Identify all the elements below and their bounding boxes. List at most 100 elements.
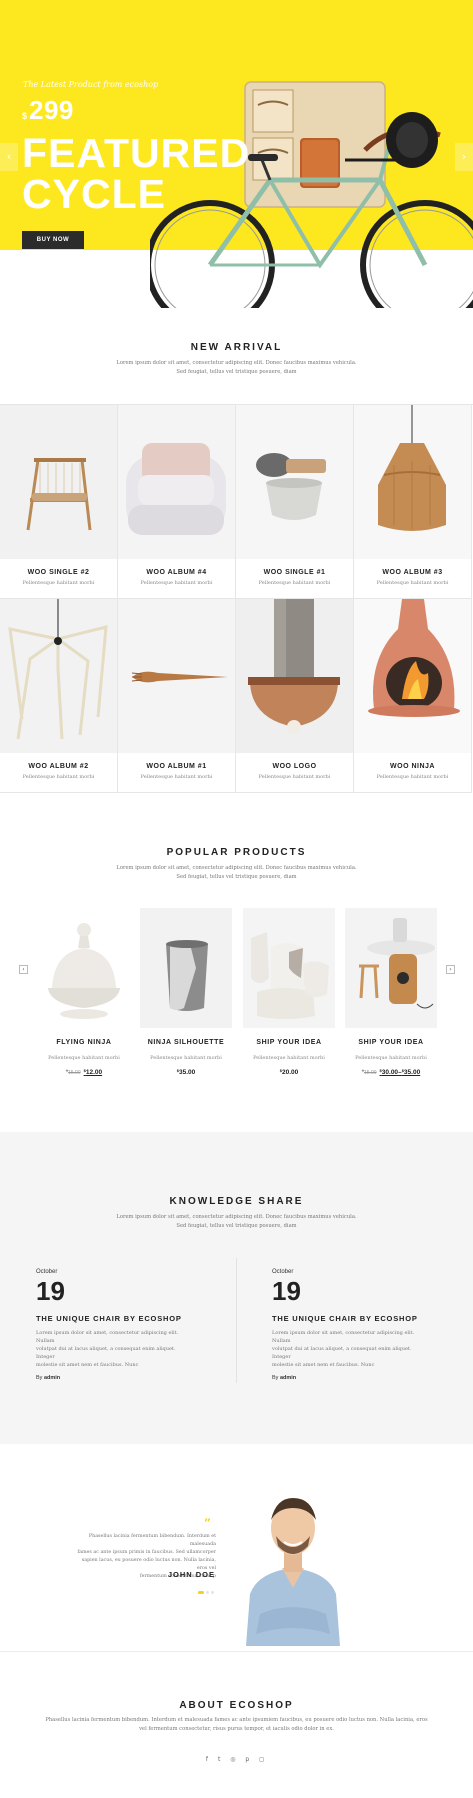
product-price: $15.00 $30.00–$35.00 [345,1068,437,1076]
product-card[interactable]: WOO SINGLE #2 Pellentesque habitant morb… [0,405,118,599]
social-links: f t ◎ p ◻ [0,1756,473,1763]
post-author: By admin [36,1375,61,1381]
product-price: $20.00 [243,1068,335,1076]
post-author: By admin [272,1375,297,1381]
product-image-terracotta-fireplace[interactable] [354,599,471,753]
post-month: October [272,1269,294,1275]
popular-prev-arrow-icon[interactable]: ‹ [19,965,28,974]
product-card[interactable]: WOO ALBUM #3 Pellentesque habitant morbi [354,405,472,599]
sale-price: $12.00 [83,1068,103,1076]
sale-price: $20.00 [279,1068,299,1076]
hero-next-arrow-icon[interactable]: › [455,143,473,171]
product-subtitle: Pellentesque habitant morbi [376,774,449,780]
blog-post[interactable]: October 19 THE UNIQUE CHAIR BY ECOSHOP L… [36,1269,236,1381]
pagination-dot-active[interactable] [198,1591,204,1594]
twitter-icon[interactable]: t [218,1756,223,1763]
product-image-wooden-chair[interactable] [0,405,117,559]
posts-divider [236,1258,237,1383]
product-card[interactable]: WOO ALBUM #4 Pellentesque habitant morbi [118,405,236,599]
knowledge-text-line2: Sed feugiat, tellus vel tristique posuer… [176,1223,297,1229]
testimonial-author: JOHN DOE [167,1570,215,1579]
post-title[interactable]: THE UNIQUE CHAIR BY ECOSHOP [272,1314,472,1323]
product-name[interactable]: WOO ALBUM #1 [118,763,235,770]
popular-product-card[interactable]: FLYING NINJA Pellentesque habitant morbi… [38,908,130,1078]
product-card[interactable]: WOO LOGO Pellentesque habitant morbi [236,599,354,793]
product-subtitle: Pellentesque habitant morbi [253,1055,325,1061]
hero-title-line1: FEATURED [22,130,251,176]
pinterest-icon[interactable]: p [245,1756,252,1763]
post-day: 19 [36,1276,65,1306]
pagination-dot[interactable] [206,1591,209,1594]
product-image-round-table-lamp[interactable] [345,908,437,1028]
hero-title: FEATURED CYCLE [22,133,282,215]
product-image-grey-ceramic-cup[interactable] [140,908,232,1028]
blog-post[interactable]: October 19 THE UNIQUE CHAIR BY ECOSHOP L… [272,1269,472,1381]
product-image-armchair[interactable] [118,405,235,559]
product-name[interactable]: WOO NINJA [354,763,471,770]
popular-next-arrow-icon[interactable]: › [446,965,455,974]
product-name[interactable]: WOO LOGO [236,763,353,770]
product-card[interactable]: WOO ALBUM #1 Pellentesque habitant morbi [118,599,236,793]
product-name[interactable]: WOO SINGLE #2 [0,569,117,576]
product-name[interactable]: WOO SINGLE #1 [236,569,353,576]
product-subtitle: Pellentesque habitant morbi [150,1055,222,1061]
popular-product-card[interactable]: SHIP YOUR IDEA Pellentesque habitant mor… [243,908,335,1078]
product-image-wooden-pendant-lamp[interactable] [354,405,471,559]
dribbble-icon[interactable]: ◎ [230,1756,238,1763]
product-name[interactable]: WOO ALBUM #3 [354,569,471,576]
post-excerpt: Lorem ipsum dolor sit amet, consectetur … [36,1330,179,1368]
product-image-spider-chandelier[interactable] [0,599,117,753]
popular-text-line1: Lorem ipsum dolor sit amet, consectetur … [116,865,357,871]
hero-price: $299 [22,95,74,126]
post-title[interactable]: THE UNIQUE CHAIR BY ECOSHOP [36,1314,236,1323]
popular-product-card[interactable]: SHIP YOUR IDEA Pellentesque habitant mor… [345,908,437,1078]
product-name[interactable]: WOO ALBUM #2 [0,763,117,770]
product-price: $15.00 $12.00 [38,1068,130,1076]
product-card[interactable]: WOO ALBUM #2 Pellentesque habitant morbi [0,599,118,793]
product-subtitle: Pellentesque habitant morbi [48,1055,120,1061]
product-card[interactable]: WOO SINGLE #1 Pellentesque habitant morb… [236,405,354,599]
product-card[interactable]: WOO NINJA Pellentesque habitant morbi [354,599,472,793]
product-name[interactable]: WOO ALBUM #4 [118,569,235,576]
product-name[interactable]: NINJA SILHOUETTE [134,1039,238,1046]
hero-price-value: 299 [29,95,74,125]
popular-product-card[interactable]: NINJA SILHOUETTE Pellentesque habitant m… [140,908,232,1078]
section-divider [0,1651,473,1652]
new-arrival-grid: WOO SINGLE #2 Pellentesque habitant morb… [0,404,473,793]
product-subtitle: Pellentesque habitant morbi [376,580,449,586]
instagram-icon[interactable]: ◻ [259,1756,267,1763]
product-name[interactable]: FLYING NINJA [32,1039,136,1046]
product-subtitle: Pellentesque habitant morbi [140,774,213,780]
popular-title: POPULAR PRODUCTS [166,847,307,858]
knowledge-text-line1: Lorem ipsum dolor sit amet, consectetur … [116,1214,357,1220]
popular-text-line2: Sed feugiat, tellus vel tristique posuer… [176,874,297,880]
hero-prev-arrow-icon[interactable]: ‹ [0,143,18,171]
product-image-wooden-fork[interactable] [118,599,235,753]
buy-now-button[interactable]: BUY NOW [22,231,84,249]
old-price: $15.00 [361,1068,377,1076]
new-arrival-text-line1: Lorem ipsum dolor sit amet, consectetur … [116,360,357,366]
product-image-shaving-brush-bowl[interactable] [236,405,353,559]
new-arrival-title: NEW ARRIVAL [190,342,283,353]
product-name[interactable]: SHIP YOUR IDEA [339,1039,443,1046]
about-text-line1: Phasellus lacinia fermentum bibendum. In… [45,1717,428,1723]
product-subtitle: Pellentesque habitant morbi [355,1055,427,1061]
testimonial-pagination [198,1591,214,1594]
post-day: 19 [272,1276,301,1306]
post-month: October [36,1269,58,1275]
product-image-white-ceramic-sculptures[interactable] [243,908,335,1028]
facebook-icon[interactable]: f [206,1756,211,1763]
sale-price: $30.00–$35.00 [379,1068,421,1076]
knowledge-title: KNOWLEDGE SHARE [169,1196,304,1207]
product-image-white-ceramic-dome[interactable] [38,908,130,1028]
product-subtitle: Pellentesque habitant morbi [258,774,331,780]
product-image-copper-pendant-lamp[interactable] [236,599,353,753]
about-title: ABOUT ECOSHOP [179,1700,294,1711]
pagination-dot[interactable] [211,1591,214,1594]
product-subtitle: Pellentesque habitant morbi [22,580,95,586]
product-name[interactable]: SHIP YOUR IDEA [237,1039,341,1046]
author-link[interactable]: admin [44,1375,60,1381]
sale-price: $35.00 [176,1068,196,1076]
author-link[interactable]: admin [280,1375,296,1381]
quote-icon: “ [204,1516,211,1530]
